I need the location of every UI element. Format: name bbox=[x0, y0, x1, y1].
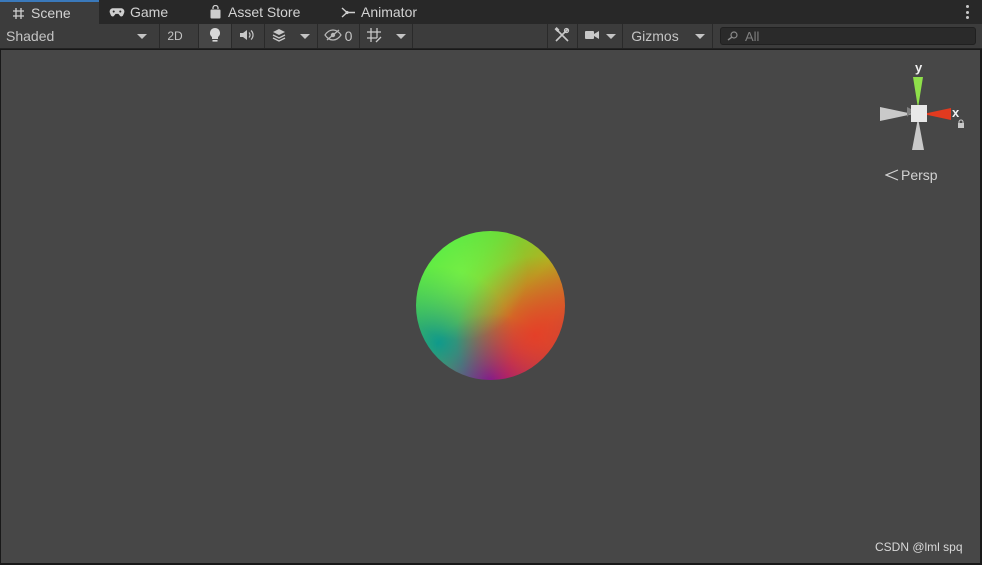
x-axis-cone[interactable] bbox=[923, 108, 951, 120]
chevron-down-icon bbox=[606, 33, 616, 39]
gizmos-button[interactable]: Gizmos bbox=[623, 24, 687, 48]
scene-orientation-gizmo[interactable]: y x bbox=[873, 60, 969, 152]
lock-icon[interactable] bbox=[956, 117, 966, 128]
y-axis-label: y bbox=[915, 60, 923, 75]
chevron-down-icon bbox=[137, 33, 147, 39]
tools-icon bbox=[554, 26, 570, 46]
layers-icon bbox=[271, 28, 287, 45]
tab-label: Animator bbox=[361, 4, 418, 20]
toggle-2d-button[interactable]: 2D bbox=[160, 24, 190, 48]
chevron-down-icon bbox=[396, 33, 406, 39]
search-icon bbox=[727, 31, 739, 41]
gizmos-dropdown[interactable] bbox=[690, 24, 710, 48]
projection-label: Persp bbox=[901, 167, 938, 183]
draw-mode-dropdown[interactable]: Shaded bbox=[0, 24, 155, 48]
camera-icon bbox=[584, 29, 600, 44]
speaker-icon bbox=[239, 29, 255, 44]
grid-dropdown[interactable] bbox=[391, 24, 411, 48]
gizmos-label: Gizmos bbox=[631, 28, 679, 44]
draw-mode-label: Shaded bbox=[6, 28, 55, 44]
audio-toggle[interactable] bbox=[232, 24, 262, 48]
effects-toggle[interactable] bbox=[265, 24, 293, 48]
tab-scene[interactable]: Scene bbox=[0, 0, 99, 24]
animator-icon bbox=[340, 4, 356, 20]
scene-toolbar: Shaded 2D 0 Gizmos All bbox=[0, 24, 982, 49]
tab-game[interactable]: Game bbox=[99, 0, 197, 24]
eye-slash-icon bbox=[323, 28, 342, 44]
perspective-icon bbox=[885, 169, 899, 181]
tools-toggle[interactable] bbox=[548, 24, 576, 48]
grid-toggle[interactable] bbox=[360, 24, 388, 48]
scene-lighting-toggle[interactable] bbox=[199, 24, 231, 48]
search-placeholder: All bbox=[745, 28, 760, 44]
center-cube[interactable] bbox=[911, 105, 927, 122]
grid-snap-icon bbox=[366, 27, 382, 46]
hidden-count: 0 bbox=[344, 28, 353, 44]
gamepad-icon bbox=[109, 4, 125, 20]
tab-label: Scene bbox=[31, 5, 71, 21]
projection-toggle[interactable]: Persp bbox=[885, 167, 938, 183]
lightbulb-icon bbox=[209, 27, 221, 46]
watermark: CSDN @lml spq bbox=[875, 540, 963, 554]
editor-tab-bar: Scene Game Asset Store Animator bbox=[0, 0, 982, 24]
toggle-2d-label: 2D bbox=[167, 29, 183, 43]
tab-asset-store[interactable]: Asset Store bbox=[197, 0, 330, 24]
hidden-objects-toggle[interactable]: 0 bbox=[318, 24, 358, 48]
scene-viewport[interactable]: y x Persp CSDN @lml spq bbox=[1, 50, 980, 563]
divider bbox=[412, 24, 413, 48]
tab-label: Game bbox=[130, 4, 169, 20]
tab-label: Asset Store bbox=[228, 4, 301, 20]
chevron-down-icon bbox=[695, 33, 705, 39]
bag-icon bbox=[207, 4, 223, 20]
search-input[interactable]: All bbox=[720, 27, 976, 45]
more-options-icon[interactable] bbox=[966, 4, 970, 20]
tab-animator[interactable]: Animator bbox=[330, 0, 440, 24]
chevron-down-icon bbox=[300, 33, 310, 39]
y-axis-cone[interactable] bbox=[913, 77, 923, 108]
neg-y-axis-cone[interactable] bbox=[912, 118, 924, 150]
divider bbox=[712, 24, 713, 48]
grid-icon bbox=[10, 5, 26, 21]
camera-settings-dropdown[interactable] bbox=[578, 24, 622, 48]
sphere-object[interactable] bbox=[416, 231, 565, 380]
effects-dropdown[interactable] bbox=[296, 24, 314, 48]
